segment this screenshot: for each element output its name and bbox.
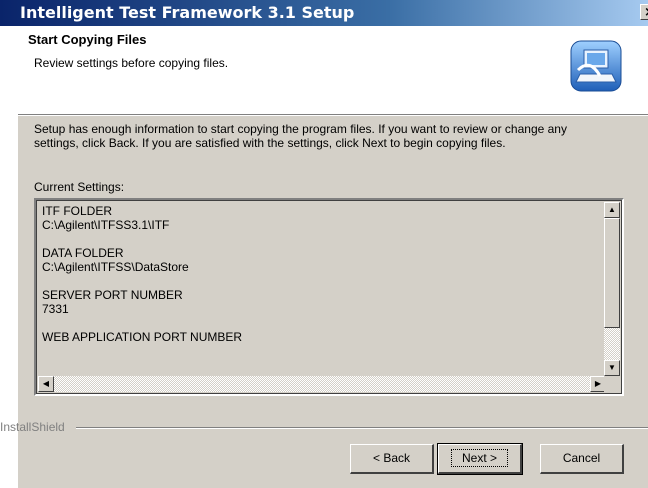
window-title: Intelligent Test Framework 3.1 Setup: [20, 3, 355, 22]
installer-computer-icon: [570, 40, 622, 92]
header-divider: [18, 115, 648, 116]
settings-summary-text: ITF FOLDER C:\Agilent\ITFSS3.1\ITF DATA …: [42, 204, 243, 344]
instructions-text: Setup has enough information to start co…: [34, 122, 567, 150]
next-button[interactable]: Next >: [437, 443, 523, 475]
vertical-scroll-track[interactable]: [604, 328, 620, 360]
footer-divider: [76, 427, 648, 429]
installshield-brand: InstallShield: [0, 420, 65, 434]
cancel-button-label: Cancel: [562, 451, 601, 465]
horizontal-scrollbar[interactable]: ◀ ▶: [38, 376, 606, 392]
vertical-scrollbar[interactable]: ▲ ▼: [604, 202, 620, 376]
setup-dialog: Start Copying Files Review settings befo…: [0, 26, 648, 488]
current-settings-label: Current Settings:: [34, 180, 125, 194]
page-title: Start Copying Files: [28, 32, 147, 47]
scroll-left-button[interactable]: ◀: [38, 376, 54, 392]
close-icon: ×: [644, 5, 648, 20]
close-button[interactable]: ×: [640, 4, 648, 20]
cancel-button[interactable]: Cancel: [540, 444, 624, 474]
next-button-label: Next >: [450, 449, 508, 467]
vertical-scroll-thumb[interactable]: [604, 218, 620, 328]
scroll-up-button[interactable]: ▲: [604, 202, 620, 218]
scroll-down-button[interactable]: ▼: [604, 360, 620, 376]
back-button[interactable]: < Back: [350, 444, 434, 474]
header-panel: Start Copying Files Review settings befo…: [18, 26, 648, 115]
title-bar: Intelligent Test Framework 3.1 Setup ×: [0, 0, 648, 26]
scrollbar-corner: [604, 376, 620, 392]
page-subtitle: Review settings before copying files.: [34, 56, 229, 70]
back-button-label: < Back: [372, 451, 411, 465]
settings-summary-box[interactable]: ITF FOLDER C:\Agilent\ITFSS3.1\ITF DATA …: [34, 198, 624, 396]
